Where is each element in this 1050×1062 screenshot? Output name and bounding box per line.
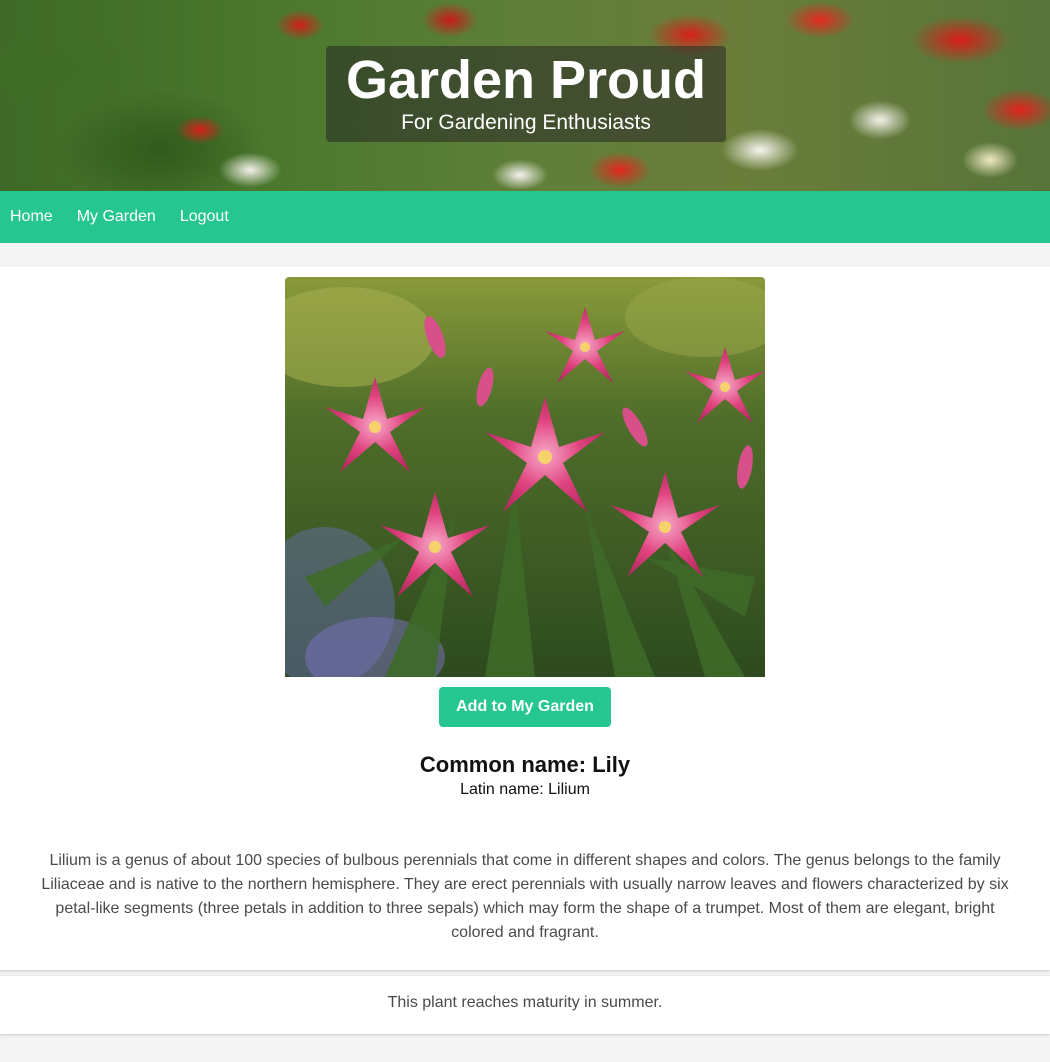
nav-home-link[interactable]: Home [10,208,53,226]
nav-logout-link[interactable]: Logout [180,208,229,226]
hero-title-box: Garden Proud For Gardening Enthusiasts [326,46,726,142]
plant-common-name: Common name: Lily [419,752,631,777]
site-title: Garden Proud [345,50,707,110]
plant-photo [285,277,765,677]
hero-banner: Garden Proud For Gardening Enthusiasts [0,0,1050,191]
plant-description: Lilium is a genus of about 100 species o… [41,852,1009,941]
plant-latin-name: Latin name: Lilium [460,781,590,798]
plant-maturity-text: This plant reaches maturity in summer. [387,994,663,1011]
maturity-card: This plant reaches maturity in summer. [0,976,1050,1034]
main-navbar: Home My Garden Logout [0,191,1050,243]
plant-detail-card: Add to My Garden Common name: Lily Latin… [0,266,1050,970]
site-subtitle: For Gardening Enthusiasts [401,111,651,134]
add-to-garden-button[interactable]: Add to My Garden [439,687,611,727]
nav-my-garden-link[interactable]: My Garden [77,208,156,226]
